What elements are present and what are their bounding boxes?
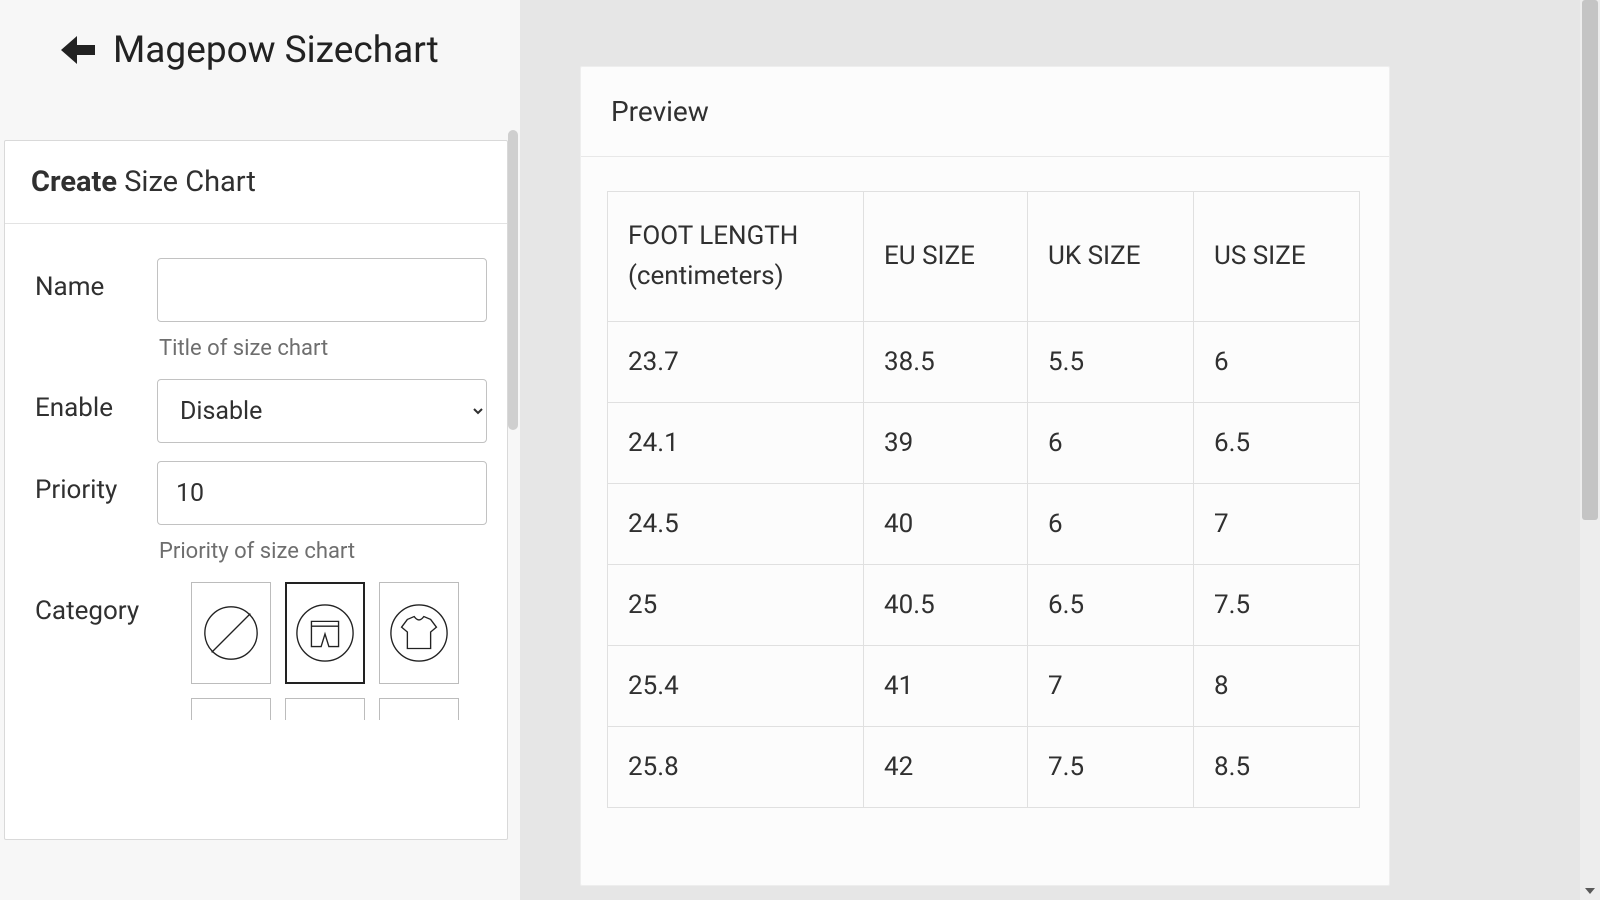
table-row: 23.738.55.56 (608, 321, 1360, 402)
table-cell: 40.5 (864, 564, 1028, 645)
table-cell: 6.5 (1194, 402, 1360, 483)
table-header-row: FOOT LENGTH (centimeters)EU SIZEUK SIZEU… (608, 192, 1360, 322)
table-cell: 7.5 (1194, 564, 1360, 645)
create-size-chart-card: Create Size Chart Name Title of size cha… (4, 140, 508, 840)
table-cell: 6.5 (1028, 564, 1194, 645)
table-cell: 7 (1028, 645, 1194, 726)
right-panel: Preview FOOT LENGTH (centimeters)EU SIZE… (520, 0, 1600, 900)
column-header: US SIZE (1194, 192, 1360, 322)
card-title-bold: Create (31, 165, 117, 199)
table-cell: 23.7 (608, 321, 864, 402)
table-cell: 6 (1028, 483, 1194, 564)
table-cell: 24.1 (608, 402, 864, 483)
table-cell: 42 (864, 726, 1028, 807)
page-header: Magepow Sizechart (0, 0, 520, 100)
table-cell: 39 (864, 402, 1028, 483)
window-scrollbar[interactable] (1580, 0, 1600, 900)
table-cell: 7.5 (1028, 726, 1194, 807)
back-arrow-icon[interactable] (55, 28, 99, 72)
priority-input[interactable] (157, 461, 487, 525)
category-option-shorts[interactable] (285, 582, 365, 684)
table-cell: 8.5 (1194, 726, 1360, 807)
row-priority: Priority Priority of size chart (35, 461, 487, 564)
table-cell: 41 (864, 645, 1028, 726)
scrollbar-thumb[interactable] (1582, 0, 1598, 520)
name-input[interactable] (157, 258, 487, 322)
category-option-partial[interactable] (191, 698, 271, 720)
table-row: 25.8427.58.5 (608, 726, 1360, 807)
card-title-rest: Size Chart (124, 165, 256, 199)
table-cell: 40 (864, 483, 1028, 564)
table-cell: 5.5 (1028, 321, 1194, 402)
category-grid (159, 582, 487, 684)
scrollbar-down-icon[interactable] (1580, 882, 1600, 900)
table-row: 25.44178 (608, 645, 1360, 726)
enable-select[interactable]: DisableEnable (157, 379, 487, 443)
table-cell: 7 (1194, 483, 1360, 564)
table-body: 23.738.55.5624.13966.524.540672540.56.57… (608, 321, 1360, 807)
helper-name: Title of size chart (157, 336, 487, 361)
column-header: EU SIZE (864, 192, 1028, 322)
form-body: Name Title of size chart Enable DisableE… (5, 224, 507, 720)
label-priority: Priority (35, 461, 157, 564)
category-option-partial[interactable] (379, 698, 459, 720)
row-name: Name Title of size chart (35, 258, 487, 361)
column-header: UK SIZE (1028, 192, 1194, 322)
category-option-tshirt[interactable] (379, 582, 459, 684)
table-cell: 25.4 (608, 645, 864, 726)
table-cell: 6 (1194, 321, 1360, 402)
label-name: Name (35, 258, 157, 361)
category-grid-row2 (159, 698, 487, 720)
preview-card: Preview FOOT LENGTH (centimeters)EU SIZE… (580, 66, 1390, 886)
preview-heading: Preview (581, 67, 1389, 157)
table-row: 24.54067 (608, 483, 1360, 564)
left-scrollbar-thumb[interactable] (508, 130, 518, 430)
table-cell: 38.5 (864, 321, 1028, 402)
row-category: Category (35, 582, 487, 720)
table-cell: 24.5 (608, 483, 864, 564)
label-enable: Enable (35, 379, 157, 443)
label-category: Category (35, 582, 159, 720)
table-cell: 25.8 (608, 726, 864, 807)
table-cell: 8 (1194, 645, 1360, 726)
column-header: FOOT LENGTH (centimeters) (608, 192, 864, 322)
row-enable: Enable DisableEnable (35, 379, 487, 443)
card-title: Create Size Chart (5, 141, 507, 224)
category-option-partial[interactable] (285, 698, 365, 720)
helper-priority: Priority of size chart (157, 539, 487, 564)
page-title: Magepow Sizechart (113, 29, 439, 72)
table-row: 24.13966.5 (608, 402, 1360, 483)
table-row: 2540.56.57.5 (608, 564, 1360, 645)
table-cell: 25 (608, 564, 864, 645)
table-cell: 6 (1028, 402, 1194, 483)
size-table: FOOT LENGTH (centimeters)EU SIZEUK SIZEU… (607, 191, 1360, 808)
category-option-none[interactable] (191, 582, 271, 684)
left-panel: Magepow Sizechart Create Size Chart Name… (0, 0, 520, 900)
